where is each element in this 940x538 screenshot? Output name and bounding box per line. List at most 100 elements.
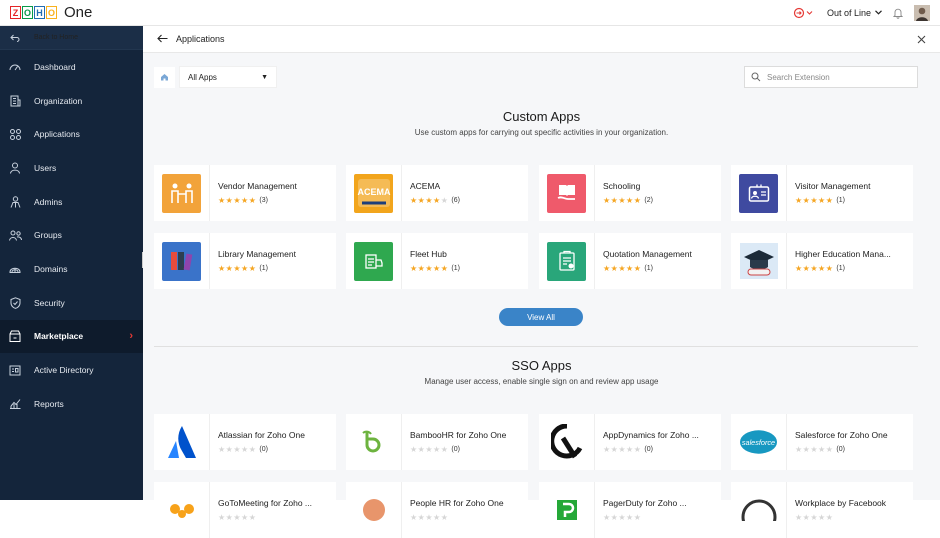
sidebar-item-dashboard[interactable]: Dashboard <box>0 50 143 84</box>
sidebar-item-domains[interactable]: Domains <box>0 252 143 286</box>
home-icon[interactable] <box>154 66 175 88</box>
sidebar-item-admins[interactable]: Admins <box>0 185 143 219</box>
star-icon: ★ <box>440 513 449 522</box>
app-card[interactable]: Higher Education Mana... ★★★★★ (1) <box>731 233 913 289</box>
app-card-icon-wrap <box>539 414 595 470</box>
back-arrow-icon[interactable] <box>157 32 168 46</box>
star-icon: ★ <box>241 196 249 205</box>
sidebar-item-label: Users <box>34 162 57 173</box>
app-card[interactable]: Workplace by Facebook ★★★★★ <box>731 482 913 538</box>
acema-icon: ACEMA <box>354 173 393 213</box>
app-card[interactable]: Atlassian for Zoho One ★★★★★ (0) <box>154 414 336 470</box>
app-card[interactable]: GoToMeeting for Zoho ... ★★★★★ <box>154 482 336 538</box>
app-card[interactable]: Schooling ★★★★★ (2) <box>539 165 721 221</box>
rating-stars-icon: ★★★★★ <box>795 196 833 205</box>
sidebar-item-applications[interactable]: Applications <box>0 117 143 151</box>
sidebar-item-security[interactable]: Security <box>0 286 143 320</box>
bell-icon[interactable] <box>892 7 904 19</box>
star-icon: ★ <box>802 513 811 522</box>
zoho-one-logo[interactable]: Z O H O One <box>10 4 92 21</box>
rating-stars-icon: ★★★★★ <box>795 513 833 522</box>
status-label: Out of Line <box>826 7 871 18</box>
sidebar-item-marketplace[interactable]: Marketplace › <box>0 319 143 354</box>
app-card[interactable]: Fleet Hub ★★★★★ (1) <box>346 233 528 289</box>
group-icon <box>8 228 22 242</box>
app-card[interactable]: Visitor Management ★★★★★ (1) <box>731 165 913 221</box>
view-all-button[interactable]: View All <box>499 308 583 326</box>
rating-count: (3) <box>259 197 268 204</box>
custom-apps-title: Custom Apps <box>502 109 581 124</box>
app-card-icon-wrap <box>539 165 595 221</box>
star-icon: ★ <box>218 264 226 273</box>
app-type-dropdown[interactable]: All Apps ▼ <box>179 66 277 88</box>
rating-stars-icon: ★★★★★ <box>218 445 256 454</box>
star-icon: ★ <box>818 445 826 454</box>
app-card[interactable]: Vendor Management ★★★★★ (3) <box>154 165 336 221</box>
sidebar-item-users[interactable]: Users <box>0 151 143 185</box>
rating-count: (0) <box>644 446 653 453</box>
zoho-logo-mark: Z O H O <box>10 6 58 19</box>
star-icon: ★ <box>795 264 803 273</box>
star-icon: ★ <box>603 513 611 522</box>
avatar[interactable] <box>914 4 930 21</box>
app-card-name: Library Management <box>218 249 296 259</box>
app-rating: ★★★★★ (1) <box>218 264 296 273</box>
app-type-selected: All Apps <box>188 72 217 82</box>
sidebar-item-groups[interactable]: Groups <box>0 218 143 252</box>
app-card[interactable]: ACEMA ACEMA ★★★★★ (6) <box>346 165 528 221</box>
app-card-icon-wrap: ACEMA <box>346 165 402 221</box>
sidebar-item-reports[interactable]: Reports <box>0 387 143 421</box>
app-card-name: Higher Education Mana... <box>795 249 891 259</box>
rating-count: (0) <box>451 446 460 453</box>
star-icon: ★ <box>818 196 826 205</box>
star-icon: ★ <box>433 513 441 522</box>
star-icon: ★ <box>233 196 242 205</box>
rating-stars-icon: ★★★★★ <box>603 196 641 205</box>
apps-grid-icon <box>8 127 22 141</box>
presence-signal-button[interactable] <box>793 6 817 20</box>
appdynamics-logo-icon <box>547 423 586 462</box>
app-card[interactable]: Quotation Management ★★★★★ (1) <box>539 233 721 289</box>
sidebar-item-active-directory[interactable]: Active Directory <box>0 353 143 387</box>
star-icon: ★ <box>633 264 642 273</box>
app-card-icon-wrap <box>346 233 402 289</box>
pagerduty-logo-icon <box>547 491 586 530</box>
rating-stars-icon: ★★★★★ <box>603 513 641 522</box>
star-icon: ★ <box>795 196 803 205</box>
star-icon: ★ <box>810 513 819 522</box>
close-icon[interactable] <box>917 32 926 47</box>
app-card[interactable]: PagerDuty for Zoho ... ★★★★★ <box>539 482 721 538</box>
rating-stars-icon: ★★★★★ <box>410 264 448 273</box>
atlassian-logo-icon <box>162 423 201 462</box>
building-icon <box>8 94 22 108</box>
app-card[interactable]: Library Management ★★★★★ (1) <box>154 233 336 289</box>
star-icon: ★ <box>410 513 418 522</box>
app-card[interactable]: salesforce Salesforce for Zoho One ★★★★★ (0… <box>731 414 913 470</box>
back-to-home-link[interactable]: Back to Home <box>0 26 143 50</box>
star-icon: ★ <box>241 513 249 522</box>
star-icon: ★ <box>440 445 449 454</box>
rating-count: (1) <box>836 265 845 272</box>
star-icon: ★ <box>603 264 611 273</box>
logo-letter: O <box>46 6 57 19</box>
sidebar-item-label: Security <box>34 297 65 308</box>
star-icon: ★ <box>818 264 826 273</box>
schooling-icon <box>547 173 586 213</box>
gotomeeting-logo-icon <box>162 491 201 530</box>
salesforce-logo-icon: salesforce <box>739 423 778 462</box>
sidebar-item-organization[interactable]: Organization <box>0 84 143 118</box>
status-dropdown[interactable]: Out of Line <box>827 8 882 18</box>
app-rating: ★★★★★ <box>410 513 504 522</box>
app-card[interactable]: BambooHR for Zoho One ★★★★★ (0) <box>346 414 528 470</box>
svg-text:ACEMA: ACEMA <box>357 187 390 197</box>
star-icon: ★ <box>825 445 834 454</box>
app-card[interactable]: AppDynamics for Zoho ... ★★★★★ (0) <box>539 414 721 470</box>
app-card[interactable]: People HR for Zoho One ★★★★★ <box>346 482 528 538</box>
back-arrow-icon <box>8 31 22 45</box>
logo-letter: O <box>22 6 33 19</box>
admin-icon <box>8 195 22 209</box>
app-card-name: Visitor Management <box>795 181 871 191</box>
sidebar-item-label: Organization <box>34 95 83 106</box>
app-card-icon-wrap: salesforce <box>731 414 787 470</box>
search-input[interactable]: Search Extension <box>744 66 918 88</box>
